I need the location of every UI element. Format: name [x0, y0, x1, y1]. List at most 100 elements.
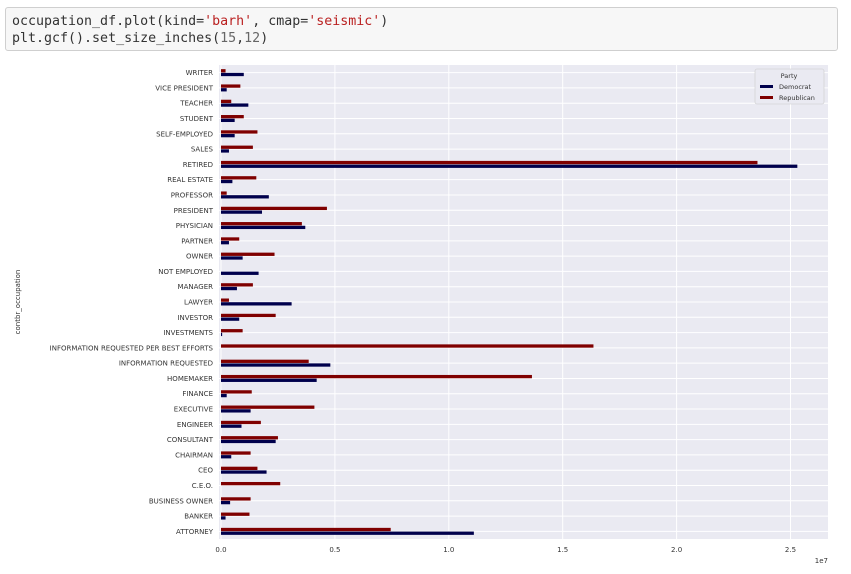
y-tick-label: RETIRED [183, 161, 213, 169]
bar-republican [221, 191, 227, 195]
y-tick-label: STUDENT [180, 115, 214, 123]
y-tick-label: EXECUTIVE [174, 406, 213, 414]
code-token: occupation_df.plot(kind= [12, 14, 205, 29]
bar-democrat [221, 393, 227, 398]
bar-republican [221, 222, 302, 226]
y-tick-label: CHAIRMAN [175, 451, 213, 459]
bar-democrat [221, 332, 223, 337]
legend: Party Democrat Republican [754, 68, 825, 105]
x-tick-label: 2.5 [785, 546, 796, 554]
bar-republican [221, 374, 532, 379]
y-tick-label: HOMEMAKER [167, 375, 213, 383]
code-token: ) [380, 14, 389, 29]
bar-democrat [221, 363, 331, 367]
bar-republican [221, 420, 261, 425]
legend-label-democrat: Democrat [779, 83, 812, 91]
code-token: , cmap= [252, 14, 309, 29]
bar-republican [221, 405, 315, 409]
bar-democrat [221, 256, 243, 260]
y-tick-label: INFORMATION REQUESTED PER BEST EFFORTS [50, 344, 214, 352]
code-token: plt.gcf().set_size_inches( [12, 31, 221, 46]
code-line-2: plt.gcf().set_size_inches(15,12) [12, 30, 831, 47]
y-tick-label: INVESTMENTS [163, 329, 213, 337]
bar-democrat [221, 164, 798, 168]
bar-republican [221, 344, 594, 348]
y-tick-label: CEO [198, 467, 213, 475]
bar-republican [221, 252, 275, 256]
bar-republican [221, 69, 226, 73]
bar-democrat [221, 118, 235, 123]
bar-democrat [221, 195, 269, 199]
bar-republican [221, 313, 276, 318]
bar-republican [221, 390, 252, 394]
y-axis-label: contbr_occupation [14, 270, 22, 335]
y-tick-label: SELF-EMPLOYED [156, 130, 213, 138]
bar-republican [221, 466, 258, 470]
y-tick-label: REAL ESTATE [167, 176, 213, 184]
y-tick-label: BUSINESS OWNER [149, 497, 213, 505]
bar-republican [221, 481, 281, 486]
bar-republican [221, 527, 391, 532]
bar-democrat [221, 317, 240, 321]
chart-output: 0.0 0.5 1.0 1.5 2.0 2.5 1e7 ATTORNEY BANKER BUSIN… [0, 58, 851, 574]
bar-democrat [221, 134, 235, 138]
bar-democrat [221, 500, 231, 505]
code-string: 'barh' [204, 14, 253, 29]
bar-democrat [221, 179, 233, 184]
y-tick-label: CONSULTANT [167, 436, 214, 444]
x-tick-label: 2.0 [671, 546, 682, 554]
bar-republican [221, 359, 309, 363]
bar-republican [221, 145, 253, 149]
bar-republican [221, 206, 327, 211]
y-tick-label: PRESIDENT [174, 207, 214, 215]
code-number: 12 [244, 31, 261, 46]
y-tick-label: TEACHER [179, 100, 213, 108]
y-tick-label: VICE PRESIDENT [155, 84, 213, 92]
y-tick-label: WRITER [186, 69, 214, 77]
y-tick-label: PARTNER [181, 237, 213, 245]
bar-republican [221, 84, 241, 88]
bar-chart: 0.0 0.5 1.0 1.5 2.0 2.5 1e7 ATTORNEY BANKER BUSIN… [14, 65, 828, 565]
bar-republican [221, 497, 251, 501]
bar-republican [221, 451, 251, 455]
bar-democrat [221, 88, 227, 92]
bar-republican [221, 436, 278, 440]
legend-label-republican: Republican [779, 94, 815, 102]
y-tick-label: INFORMATION REQUESTED [119, 360, 213, 368]
legend-swatch-democrat [760, 85, 773, 88]
bar-republican [221, 298, 229, 302]
y-tick-label: INVESTOR [177, 314, 213, 322]
bar-democrat [221, 103, 249, 107]
y-tick-label: ATTORNEY [176, 528, 214, 536]
code-number: 15 [220, 31, 237, 46]
y-tick-label: MANAGER [178, 283, 214, 291]
bar-republican [221, 130, 258, 134]
bar-democrat [221, 241, 229, 245]
x-tick-label: 1.5 [557, 546, 568, 554]
x-tick-label: 0.5 [329, 546, 340, 554]
bar-democrat [221, 439, 276, 444]
bar-democrat [221, 210, 263, 214]
code-cell[interactable]: occupation_df.plot(kind='barh', cmap='se… [5, 7, 838, 51]
bar-democrat [221, 225, 306, 230]
y-tick-label: SALES [191, 146, 214, 154]
bar-democrat [221, 409, 251, 413]
x-tick-label: 0.0 [215, 546, 226, 554]
bar-democrat [221, 455, 232, 459]
code-line-1: occupation_df.plot(kind='barh', cmap='se… [12, 13, 831, 30]
y-tick-label: ENGINEER [177, 421, 213, 429]
bar-democrat [221, 271, 259, 275]
bar-democrat [221, 531, 474, 535]
bar-republican [221, 160, 758, 165]
code-token: ) [260, 31, 269, 46]
bar-democrat [221, 149, 229, 153]
y-tick-label: C.E.O. [192, 482, 213, 490]
x-tick-label: 1.0 [443, 546, 454, 554]
bar-democrat [221, 72, 244, 77]
legend-title: Party [781, 72, 798, 80]
y-tick-label: NOT EMPLOYED [158, 268, 213, 276]
y-tick-label: LAWYER [184, 299, 213, 307]
bar-democrat [221, 378, 317, 382]
bar-republican [221, 99, 232, 104]
bar-democrat [221, 424, 242, 428]
